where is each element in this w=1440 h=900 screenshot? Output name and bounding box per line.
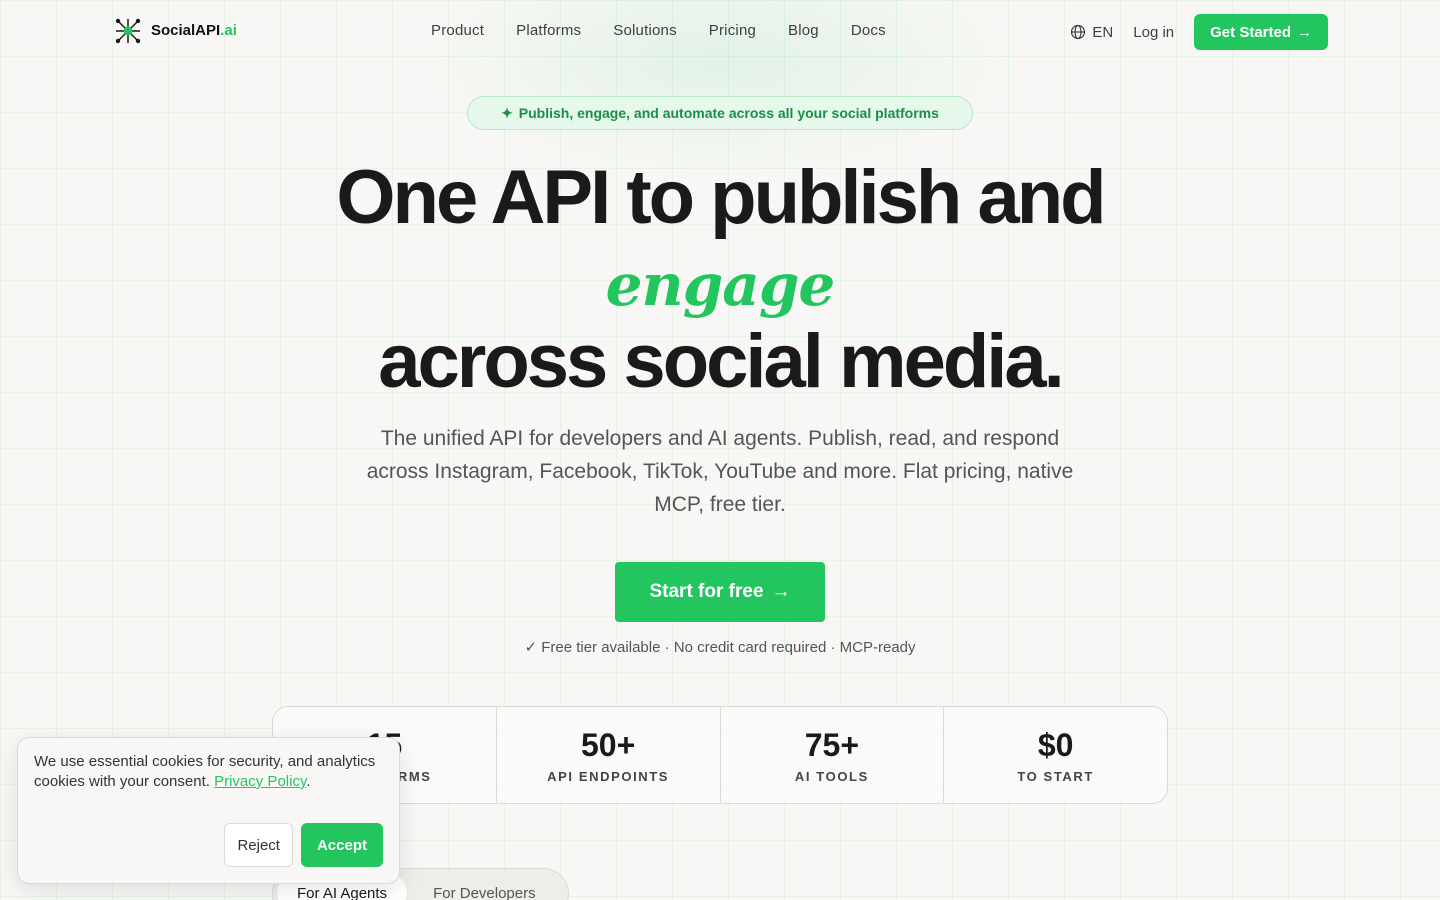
reject-cookies-button[interactable]: Reject [224, 823, 293, 867]
stat-value: 50+ [580, 726, 636, 763]
stat-value: $0 [1037, 726, 1074, 763]
globe-icon [1071, 24, 1086, 40]
brand-logo[interactable]: SocialAPI.ai [115, 18, 237, 44]
hero-title-line-3: across social media. [378, 319, 1065, 404]
brand-name: SocialAPI [151, 22, 221, 39]
stat-label: API ENDPOINTS [547, 768, 670, 784]
announcement-pill: ✦ Publish, engage, and automate across a… [467, 96, 973, 130]
nav-docs[interactable]: Docs [851, 22, 886, 39]
stat-price: $0 TO START [944, 707, 1167, 803]
hero-subtitle: The unified API for developers and AI ag… [366, 427, 1074, 516]
arrow-right-icon: → [771, 581, 791, 602]
cookie-message: We use essential cookies for security, a… [34, 752, 383, 792]
cookie-banner: We use essential cookies for security, a… [17, 737, 400, 884]
hero-title-script: engage [605, 251, 836, 319]
stat-value: 75+ [804, 726, 860, 763]
stat-label: TO START [1017, 768, 1094, 784]
stat-endpoints: 50+ API ENDPOINTS [497, 707, 721, 803]
get-started-button[interactable]: Get Started → [1194, 14, 1328, 50]
stat-label: AI TOOLS [794, 768, 869, 784]
cookie-text: We use essential cookies for security, a… [34, 753, 376, 790]
tab-developers[interactable]: For Developers [413, 873, 556, 900]
login-link[interactable]: Log in [1133, 24, 1174, 41]
nav-blog[interactable]: Blog [788, 22, 819, 39]
hero-title-line-1: One API to publish and [336, 155, 1106, 240]
sparkle-icon: ✦ [501, 104, 513, 121]
nav-pricing[interactable]: Pricing [709, 22, 756, 39]
start-free-button[interactable]: Start for free → [615, 562, 825, 622]
stats-panel: 15 PLATFORMS 50+ API ENDPOINTS 75+ AI TO… [272, 706, 1168, 804]
nav-actions: EN Log in Get Started → [1070, 14, 1328, 50]
cookie-period: . [306, 773, 311, 790]
privacy-policy-link[interactable]: Privacy Policy [214, 773, 306, 790]
top-navbar: SocialAPI.ai Product Platforms Solutions… [0, 0, 1440, 64]
get-started-label: Get Started [1210, 23, 1291, 41]
trust-line: ✓ Free tier available · No credit card r… [524, 639, 916, 656]
start-free-label: Start for free [649, 581, 764, 602]
brand-suffix: .ai [220, 22, 237, 39]
stat-ai-tools: 75+ AI TOOLS [721, 707, 945, 803]
accept-cookies-button[interactable]: Accept [300, 823, 383, 867]
arrow-right-icon: → [1297, 23, 1312, 41]
language-selector[interactable]: EN [1070, 24, 1113, 41]
main-nav: Product Platforms Solutions Pricing Blog… [431, 22, 886, 39]
nav-product[interactable]: Product [431, 22, 484, 39]
announcement-text: Publish, engage, and automate across all… [518, 105, 939, 121]
cookie-actions: Reject Accept [224, 823, 383, 867]
nav-platforms[interactable]: Platforms [516, 22, 581, 39]
network-hub-icon [115, 18, 141, 44]
nav-solutions[interactable]: Solutions [613, 22, 677, 39]
language-code: EN [1092, 23, 1114, 41]
